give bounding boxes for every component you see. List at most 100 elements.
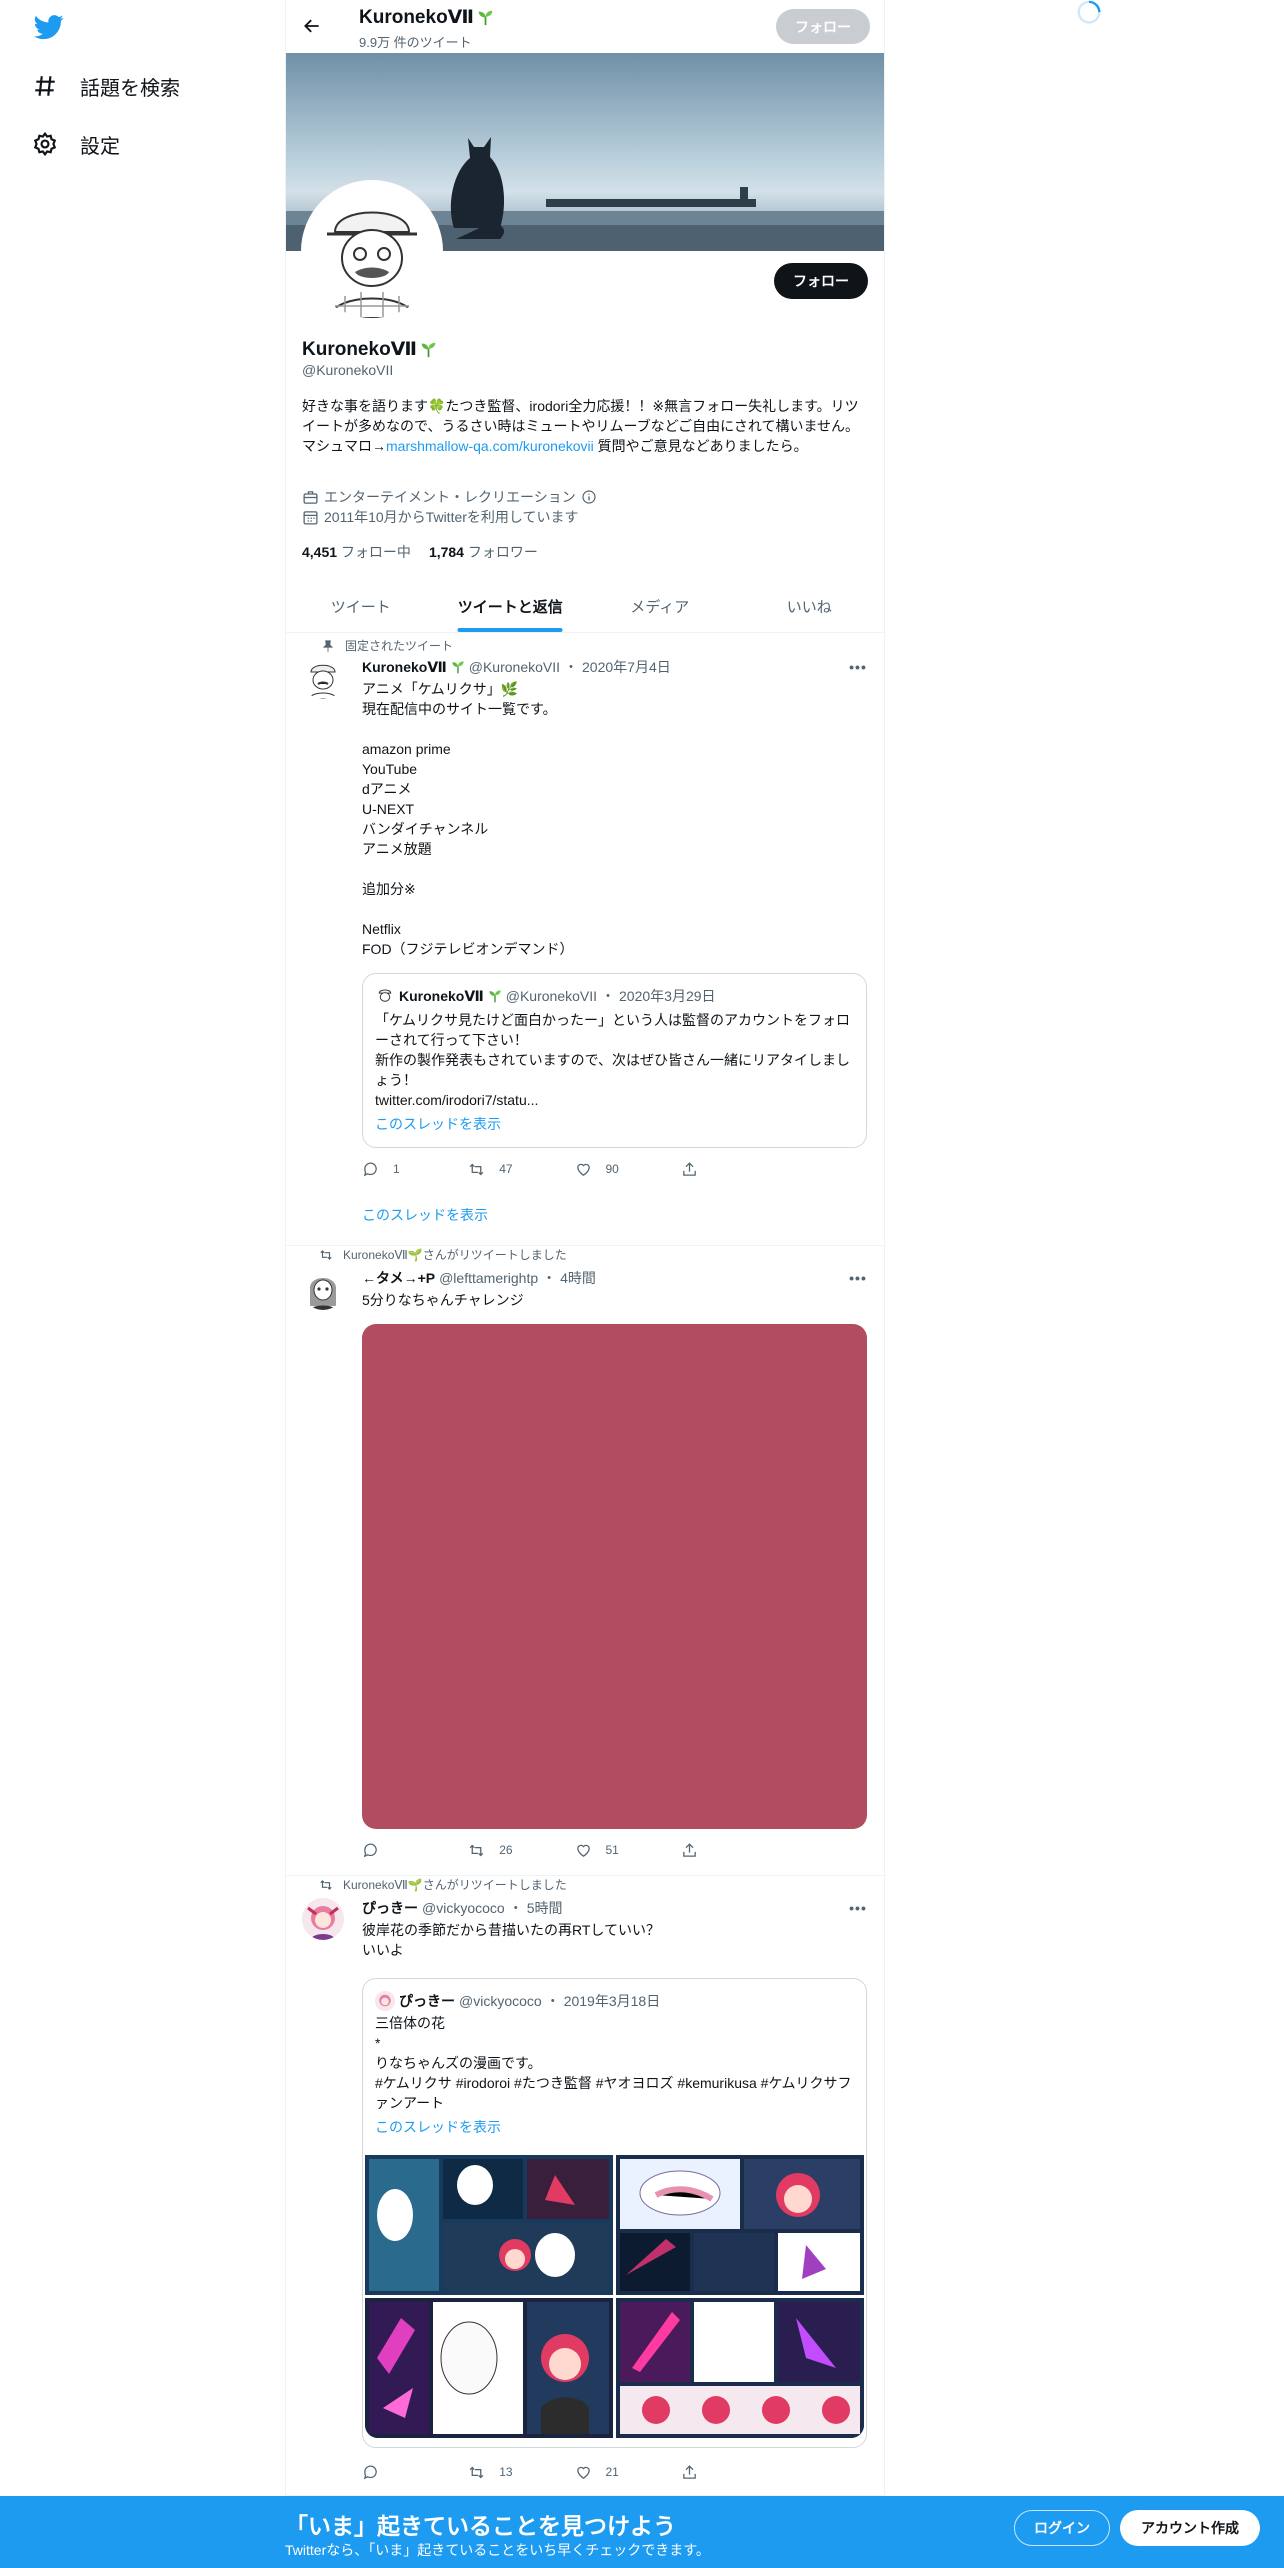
tweet-actions: 26 51 <box>362 1840 787 1860</box>
retweet-icon <box>469 1844 484 1856</box>
reply-icon <box>363 2465 377 2479</box>
arrow-left-icon <box>304 19 319 33</box>
avatar[interactable] <box>302 1268 344 1310</box>
avatar[interactable] <box>302 1898 344 1940</box>
tweet-time[interactable]: 4時間 <box>560 1268 596 1288</box>
retweet-label: KuronekoⅦ🌱さんがリツイートしました <box>320 1246 567 1263</box>
tweet-retweeted[interactable]: KuronekoⅦ🌱さんがリツイートしました ←タメ→+P @lefttamer… <box>286 1246 884 1876</box>
profile-category: エンターテイメント・レクリエーション <box>302 487 597 507</box>
briefcase-icon <box>303 490 318 504</box>
author-name[interactable]: KuronekoⅦ <box>362 659 447 676</box>
tweet-media[interactable] <box>362 1324 867 1829</box>
retweet-icon <box>320 1249 332 1260</box>
retweet-icon <box>469 1163 484 1175</box>
quote-author-handle: @vickyococo <box>459 1993 542 2009</box>
quote-author-name: KuronekoⅦ <box>399 987 484 1004</box>
quote-time: 2019年3月18日 <box>563 1993 661 2009</box>
pinned-label: 固定されたツイート <box>322 637 453 654</box>
followers-count: 1,784 <box>428 544 464 560</box>
tweet-time[interactable]: 5時間 <box>527 1898 563 1918</box>
quote-author-name: ぴっきー <box>399 1993 455 2009</box>
nav-explore[interactable]: 話題を検索 <box>32 66 180 106</box>
signup-button[interactable]: アカウント作成 <box>1120 2510 1260 2546</box>
thread-link[interactable]: このスレッドを表示 <box>362 1205 488 1225</box>
heart-icon <box>576 1163 590 1176</box>
signup-banner: 「いま」起きていることを見つけよう Twitterなら、「いま」起きていることを… <box>0 2496 1284 2568</box>
left-navigation: 話題を検索 設定 <box>0 0 285 300</box>
reply-count: 1 <box>393 1162 400 1176</box>
share-icon <box>682 1842 696 1857</box>
tab-media[interactable]: メディア <box>585 580 735 632</box>
back-button[interactable] <box>298 12 326 40</box>
like-count: 90 <box>605 1162 619 1176</box>
quote-author-handle: @KuronekoVII <box>505 988 598 1004</box>
reply-icon <box>363 1843 377 1857</box>
like-button[interactable]: 51 <box>575 1840 681 1860</box>
author-name[interactable]: ←タメ→+P <box>362 1268 435 1288</box>
quote-header: ぴっきー @vickyococo ・ 2019年3月18日 <box>375 1991 660 2011</box>
separator: ・ <box>542 1270 557 1286</box>
author-handle[interactable]: @KuronekoVII <box>469 659 560 675</box>
profile-stats: 4,451 フォロー中 1,784 フォロワー <box>302 542 538 562</box>
nav-settings-label: 設定 <box>80 135 120 158</box>
tab-tweets-and-replies[interactable]: ツイートと返信 <box>436 580 586 632</box>
quote-avatar <box>375 986 395 1006</box>
reply-button[interactable] <box>362 1840 468 1860</box>
author-name[interactable]: ぴっきー <box>362 1898 418 1918</box>
info-icon[interactable] <box>581 489 597 505</box>
profile-joined-text: 2011年10月からTwitterを利用しています <box>324 509 579 525</box>
avatar[interactable] <box>302 657 344 699</box>
retweet-button[interactable]: 26 <box>468 1840 574 1860</box>
more-icon[interactable]: ••• <box>848 657 868 677</box>
following-label: フォロー中 <box>340 544 411 560</box>
more-icon[interactable]: ••• <box>848 1898 868 1918</box>
retweet-button[interactable]: 13 <box>468 2462 574 2482</box>
tweet-pinned[interactable]: 固定されたツイート KuronekoⅦ @KuronekoVII ・ 2020年… <box>286 633 884 1246</box>
reply-button[interactable] <box>362 2462 468 2482</box>
tweet-header: ←タメ→+P @lefttamerightp ・ 4時間 <box>362 1268 596 1288</box>
profile-avatar[interactable] <box>301 180 443 322</box>
manga-image-4[interactable] <box>616 2298 864 2438</box>
loading-spinner-icon <box>1077 0 1101 24</box>
manga-image-3[interactable] <box>365 2298 613 2438</box>
separator: ・ <box>545 1993 560 2009</box>
bio-link[interactable]: marshmallow-qa.com/kuronekovii <box>386 438 594 454</box>
twitter-logo-icon[interactable] <box>32 12 66 42</box>
author-handle[interactable]: @vickyococo <box>422 1900 505 1916</box>
share-button[interactable] <box>681 1159 787 1179</box>
tweet-actions: 1 47 90 <box>362 1159 787 1179</box>
login-button[interactable]: ログイン <box>1014 2510 1110 2546</box>
like-button[interactable]: 90 <box>575 1159 681 1179</box>
header-follow-button[interactable]: フォロー <box>776 9 870 44</box>
tab-tweets[interactable]: ツイート <box>286 580 436 632</box>
share-button[interactable] <box>681 1840 787 1860</box>
share-button[interactable] <box>681 2462 787 2482</box>
profile-joined: 2011年10月からTwitterを利用しています <box>302 507 579 527</box>
signup-banner-subtitle: Twitterなら、「いま」起きていることをいち早くチェックできます。 <box>285 2542 710 2558</box>
followers-stat[interactable]: 1,784 フォロワー <box>429 542 538 562</box>
tab-likes[interactable]: いいね <box>735 580 885 632</box>
more-icon[interactable]: ••• <box>848 1268 868 1288</box>
separator: ・ <box>564 659 579 675</box>
following-stat[interactable]: 4,451 フォロー中 <box>302 542 411 562</box>
header-name: KuronekoⅦ <box>359 6 494 29</box>
tweet-actions: 13 21 <box>362 2462 787 2482</box>
share-icon <box>682 2464 696 2479</box>
manga-image-2[interactable] <box>616 2155 864 2295</box>
reply-button[interactable]: 1 <box>362 1159 468 1179</box>
retweet-button[interactable]: 47 <box>468 1159 574 1179</box>
retweet-icon <box>469 2466 484 2478</box>
author-handle[interactable]: @lefttamerightp <box>439 1270 538 1286</box>
profile-follow-button[interactable]: フォロー <box>774 263 868 299</box>
quoted-tweet[interactable]: ぴっきー @vickyococo ・ 2019年3月18日 三倍体の花 * りな… <box>362 1978 867 2448</box>
tweet-text: アニメ「ケムリクサ」🌿 現在配信中のサイト一覧です。 amazon prime … <box>362 681 574 957</box>
tweet-retweeted-manga[interactable]: KuronekoⅦ🌱さんがリツイートしました ぴっきー @vickyococo … <box>286 1876 884 2496</box>
nav-settings[interactable]: 設定 <box>32 124 120 164</box>
quote-thread-link[interactable]: このスレッドを表示 <box>375 2117 501 2137</box>
tweet-time[interactable]: 2020年7月4日 <box>582 657 671 677</box>
quote-thread-link[interactable]: このスレッドを表示 <box>375 1114 501 1134</box>
separator: ・ <box>601 988 616 1004</box>
quoted-tweet[interactable]: KuronekoⅦ @KuronekoVII ・ 2020年3月29日 「ケムリ… <box>362 973 867 1148</box>
manga-image-1[interactable] <box>365 2155 613 2295</box>
like-button[interactable]: 21 <box>575 2462 681 2482</box>
